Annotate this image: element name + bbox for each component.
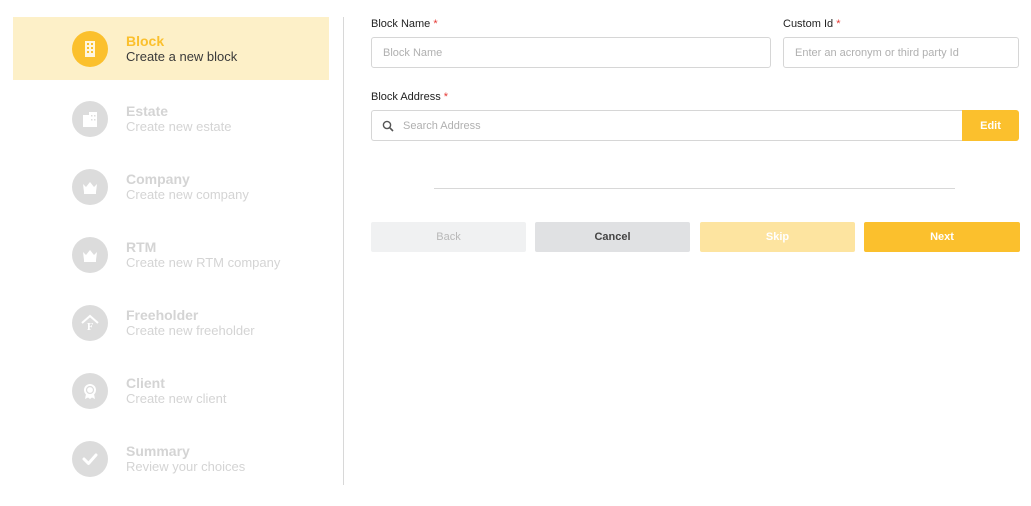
step-subtitle: Create a new block [126,48,238,64]
back-button[interactable]: Back [371,222,526,252]
label-text: Block Name [371,18,431,30]
custom-id-label: Custom Id * [783,18,840,30]
badge-icon [72,373,108,409]
block-name-input[interactable]: Block Name [371,37,771,68]
skip-button[interactable]: Skip [700,222,855,252]
estate-icon [72,101,108,137]
step-subtitle: Create new freeholder [126,323,255,338]
svg-text:F: F [87,323,94,333]
step-block[interactable]: Block Create a new block [13,17,329,80]
step-freeholder[interactable]: F Freeholder Create new freeholder [13,289,329,357]
vertical-divider [343,17,344,485]
address-search-input[interactable]: Search Address [371,110,963,141]
step-subtitle: Create new client [126,391,227,406]
next-button[interactable]: Next [864,222,1020,252]
step-company[interactable]: Company Create new company [13,153,329,221]
step-subtitle: Create new company [126,187,249,202]
step-client[interactable]: Client Create new client [13,357,329,425]
label-text: Block Address [371,91,441,103]
step-title: Company [126,171,190,187]
search-placeholder: Search Address [403,119,481,132]
step-subtitle: Review your choices [126,459,246,474]
block-address-label: Block Address * [371,91,448,103]
cancel-button[interactable]: Cancel [535,222,690,252]
step-title: RTM [126,239,157,255]
step-subtitle: Create new RTM company [126,255,281,270]
stepper-sidebar: Block Create a new block Estate Create n… [13,17,329,493]
block-name-label: Block Name * [371,18,438,30]
step-estate[interactable]: Estate Create new estate [13,85,329,153]
step-title: Estate [126,103,169,119]
custom-id-placeholder: Enter an acronym or third party Id [795,46,959,59]
house-f-icon: F [72,305,108,341]
step-rtm[interactable]: RTM Create new RTM company [13,221,329,289]
edit-address-button[interactable]: Edit [962,110,1019,141]
step-title: Client [126,375,165,391]
step-summary[interactable]: Summary Review your choices [13,425,329,493]
building-icon [72,30,108,67]
custom-id-input[interactable]: Enter an acronym or third party Id [783,37,1019,68]
horizontal-divider [434,188,955,189]
step-title: Freeholder [126,307,199,323]
step-subtitle: Create new estate [126,119,232,134]
block-name-placeholder: Block Name [383,46,443,59]
search-icon [382,120,394,132]
label-text: Custom Id [783,18,834,30]
check-icon [72,441,108,477]
required-mark: * [443,91,449,103]
crown-icon [72,237,108,273]
step-title: Summary [126,443,190,459]
required-mark: * [433,18,438,30]
step-title: Block [126,32,165,49]
crown-icon [72,169,108,205]
required-mark: * [836,18,841,30]
